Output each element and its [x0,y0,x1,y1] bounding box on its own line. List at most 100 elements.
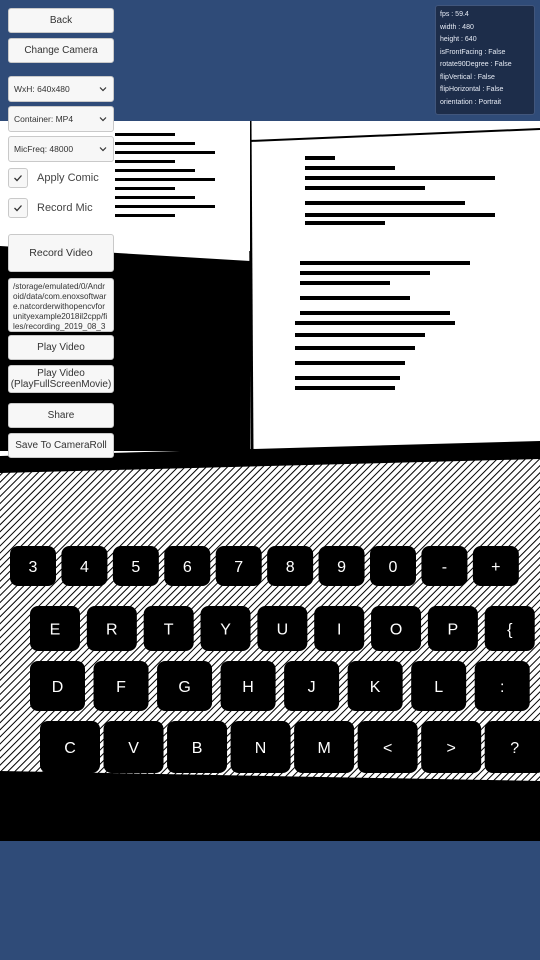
text-line [115,214,175,217]
svg-text:P: P [448,622,459,639]
text-line [295,376,400,380]
chevron-down-icon [99,87,107,92]
checkmark-icon [14,205,22,212]
keyboard-key: H [220,661,276,711]
record-video-button[interactable]: Record Video [8,234,114,272]
keyboard-key: D [30,661,85,711]
share-button[interactable]: Share [8,403,114,428]
keyboard-key: B [167,721,228,773]
flip-vertical-stat: flipVertical : False [440,73,495,81]
text-line [295,333,425,337]
video-file-path: /storage/emulated/0/Android/data/com.eno… [8,278,114,332]
svg-text:U: U [277,622,289,639]
apply-comic-toggle[interactable]: Apply Comic [8,166,99,190]
keyboard-key: > [421,721,482,773]
keyboard-key: L [411,661,467,711]
checkmark-icon [14,175,22,182]
keyboard-key: C [40,721,100,773]
text-line [115,151,215,154]
keyboard-key: P [427,606,478,651]
keyboard-key: E [30,606,80,651]
text-line [305,186,425,190]
svg-text:9: 9 [337,559,346,576]
keyboard-key: { [484,606,535,651]
svg-text:E: E [50,622,61,639]
rotate-stat: rotate90Degree : False [440,61,512,68]
resolution-dropdown[interactable]: WxH: 640x480 [8,76,114,102]
keyboard-key: U [257,606,308,651]
text-line [300,311,450,315]
text-line [115,142,195,145]
micfreq-dropdown[interactable]: MicFreq: 48000 [8,136,114,162]
svg-text:Y: Y [220,622,231,639]
svg-text::: : [500,679,504,696]
height-stat: height : 640 [440,36,477,43]
keyboard-key: V [103,721,164,773]
svg-text:>: > [447,740,456,757]
svg-text:K: K [370,679,381,696]
svg-text:G: G [178,679,190,696]
apply-comic-label: Apply Comic [37,172,99,184]
keyboard-key: I [314,606,365,651]
keyboard-key: 7 [215,546,262,586]
text-line [305,201,465,205]
play-video-button[interactable]: Play Video [8,335,114,360]
text-line [115,169,195,172]
svg-text:T: T [164,622,174,639]
svg-text:5: 5 [131,559,140,576]
svg-text:J: J [308,679,316,696]
keyboard-key: 5 [112,546,159,586]
svg-text:R: R [106,622,118,639]
text-line [305,166,395,170]
keyboard-key: 3 [10,546,56,586]
micfreq-dropdown-value: MicFreq: 48000 [14,144,74,154]
save-to-cameraroll-button[interactable]: Save To CameraRoll [8,433,114,458]
play-fullscreen-button[interactable]: Play Video (PlayFullScreenMovie) [8,365,114,393]
text-line [115,160,175,163]
svg-text:<: < [383,740,392,757]
container-dropdown[interactable]: Container: MP4 [8,106,114,132]
svg-text:L: L [434,679,443,696]
svg-text:B: B [192,740,203,757]
text-line [305,213,495,217]
chevron-down-icon [99,117,107,122]
chevron-down-icon [99,147,107,152]
keyboard-key: Y [200,606,251,651]
comic-filter-image: 3 4 5 6 7 8 9 0 - + E R T Y U I O P {D F G H J K L: C V B N M < >? [0,121,540,841]
orientation-stat: orientation : Portrait [440,98,502,106]
keyboard-key: 0 [370,546,416,586]
text-line [305,221,385,225]
svg-text:-: - [442,559,447,576]
svg-text:N: N [255,740,267,757]
text-line [295,346,415,350]
svg-text:0: 0 [389,559,398,576]
text-line [300,261,470,265]
back-button[interactable]: Back [8,8,114,33]
text-line [115,187,175,190]
svg-text:?: ? [510,740,519,757]
checkbox[interactable] [8,168,28,188]
text-line [115,133,175,136]
keyboard-key: - [421,546,468,586]
keyboard-key: T [143,606,194,651]
keyboard-key: O [371,606,422,651]
record-mic-toggle[interactable]: Record Mic [8,196,93,220]
text-line [115,178,215,181]
keyboard-key: ? [484,721,540,773]
keyboard-key: R [86,606,137,651]
svg-text:4: 4 [80,559,89,576]
svg-text:V: V [128,740,139,757]
text-line [295,361,405,365]
keyboard-key: < [357,721,418,773]
width-stat: width : 480 [440,23,474,31]
keyboard-key: M [294,721,355,773]
checkbox[interactable] [8,198,28,218]
svg-text:C: C [64,740,76,757]
flip-horizontal-stat: flipHorizontal : False [440,86,504,93]
text-line [300,271,430,275]
front-facing-stat: isFrontFacing : False [440,48,506,56]
svg-text:{: { [507,622,513,639]
keyboard-key: F [93,661,149,711]
change-camera-button[interactable]: Change Camera [8,38,114,63]
keyboard-key: + [472,546,519,586]
